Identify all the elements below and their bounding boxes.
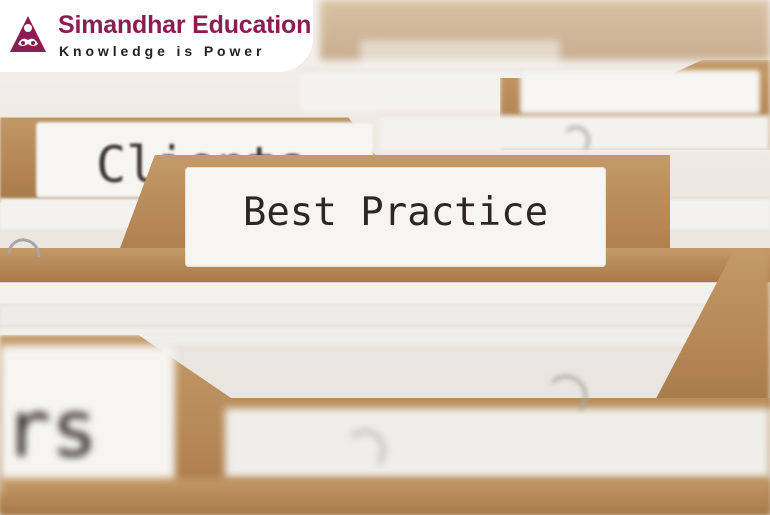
foreground-label-text: rs — [4, 385, 98, 475]
foreground-paper — [225, 408, 770, 479]
brand-tagline: Knowledge is Power — [59, 43, 266, 59]
paper-stack — [0, 282, 770, 305]
meditation-figure-icon — [10, 16, 46, 52]
photo-scene: Clients Best Practice rs Simandhar Educa… — [0, 0, 770, 515]
logo-banner[interactable]: Simandhar Education Knowledge is Power — [0, 0, 313, 72]
binder-ring — [545, 375, 587, 417]
binder-ring — [562, 126, 590, 154]
best-practice-label-text: Best Practice — [242, 190, 549, 235]
brand-name: Simandhar Education — [58, 11, 312, 39]
binder-ring — [345, 430, 385, 470]
paper-stack — [0, 304, 770, 327]
foreground-folder-bottom — [0, 478, 770, 515]
foreground-label: rs — [0, 345, 175, 495]
background-label — [520, 70, 760, 114]
best-practice-label: Best Practice — [185, 167, 606, 267]
